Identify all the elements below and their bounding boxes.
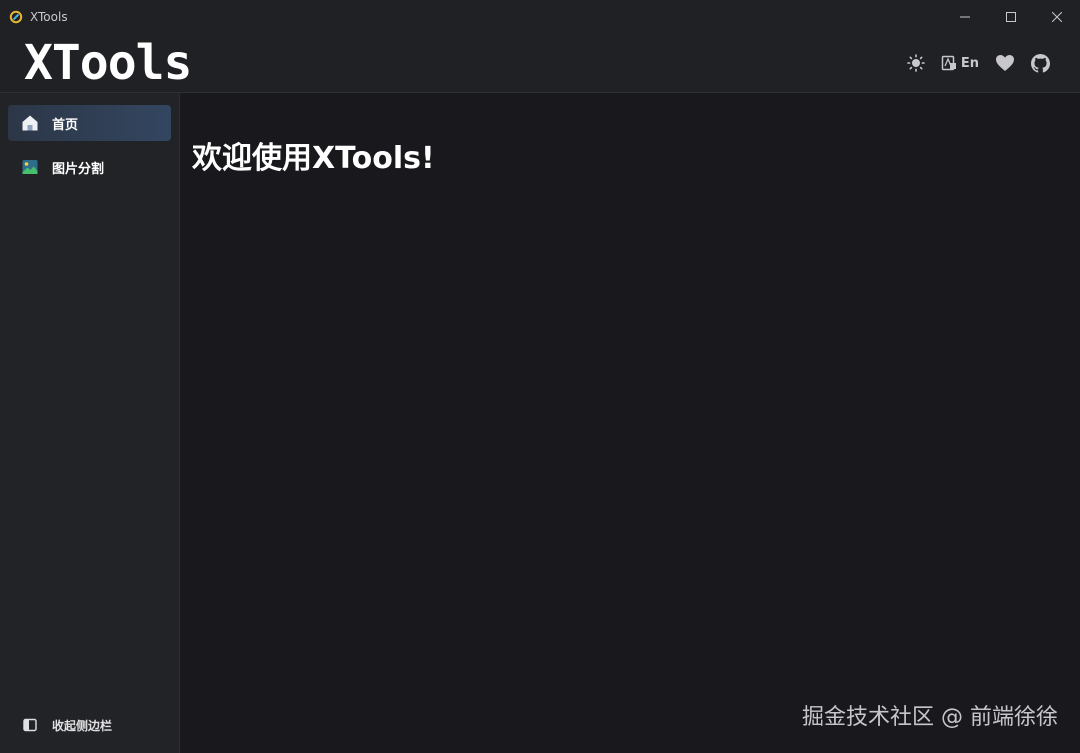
title-bar: XTools — [0, 0, 1080, 34]
window-controls — [942, 0, 1080, 34]
sidebar-item-label: 首页 — [52, 117, 79, 133]
heart-icon — [996, 55, 1014, 71]
maximize-icon — [1006, 12, 1016, 22]
minimize-icon — [960, 16, 970, 18]
translate-icon — [941, 55, 956, 71]
image-icon — [21, 158, 39, 176]
github-icon — [1031, 53, 1050, 73]
main-content: 欢迎使用XTools! — [180, 93, 1080, 753]
sidebar: 首页 图片分割 收起侧边栏 — [0, 93, 180, 753]
close-icon — [1052, 12, 1062, 22]
sun-icon — [907, 54, 925, 72]
language-label: En — [960, 55, 979, 71]
collapse-sidebar-label: 收起侧边栏 — [52, 718, 113, 733]
favorite-button[interactable] — [995, 51, 1015, 75]
theme-toggle-button[interactable] — [907, 51, 925, 75]
collapse-sidebar-button[interactable]: 收起侧边栏 — [8, 713, 171, 737]
app-icon — [9, 10, 23, 24]
sidebar-item-label: 图片分割 — [52, 161, 105, 177]
app-window: XTools XTools En 首页 图片分割 收起侧边栏 欢迎使用XTool… — [0, 0, 1080, 753]
app-header: XTools En — [0, 34, 1080, 93]
home-icon — [21, 114, 39, 132]
close-button[interactable] — [1034, 0, 1080, 34]
window-title: XTools — [30, 10, 68, 24]
header-actions: En — [891, 51, 1050, 75]
language-button[interactable]: En — [941, 51, 979, 75]
watermark: 掘金技术社区 @ 前端徐徐 — [802, 705, 1058, 730]
sidebar-item-home[interactable]: 首页 — [8, 105, 171, 141]
welcome-heading: 欢迎使用XTools! — [192, 141, 435, 176]
minimize-button[interactable] — [942, 0, 988, 34]
maximize-button[interactable] — [988, 0, 1034, 34]
sidebar-toggle-icon — [21, 716, 39, 734]
sidebar-item-image-split[interactable]: 图片分割 — [8, 149, 171, 185]
app-logo[interactable]: XTools — [24, 39, 192, 87]
github-button[interactable] — [1031, 51, 1050, 75]
